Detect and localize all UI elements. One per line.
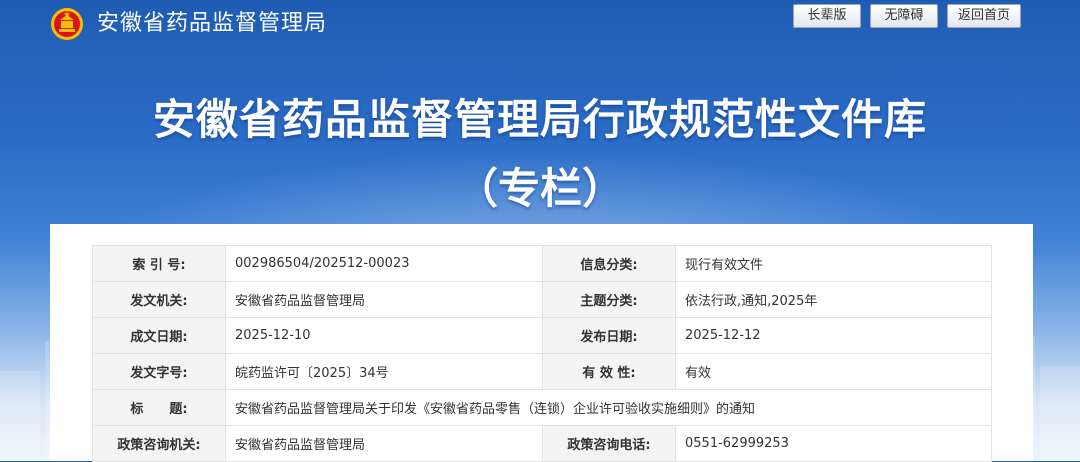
meta-label: 标 题:: [92, 389, 226, 426]
meta-label: 政策咨询电话:: [542, 425, 676, 462]
meta-value-written-date: 2025-12-10: [225, 317, 543, 354]
meta-value-issuing-agency: 安徽省药品监督管理局: [225, 281, 543, 318]
back-home-button[interactable]: 返回首页: [946, 4, 1021, 28]
meta-value-consult-agency: 安徽省药品监督管理局: [225, 425, 543, 462]
national-emblem-icon: [50, 7, 84, 41]
table-row: 标 题: 安徽省药品监督管理局关于印发《安徽省药品零售（连锁）企业许可验收实施细…: [92, 389, 992, 426]
site-name[interactable]: 安徽省药品监督管理局: [97, 10, 327, 38]
document-meta-table: 索 引 号: 002986504/202512-00023 信息分类: 现行有效…: [92, 245, 992, 462]
page-subtitle: （专栏）: [455, 164, 624, 213]
meta-label: 索 引 号:: [92, 245, 226, 282]
meta-value-validity: 有效: [675, 353, 992, 390]
meta-label: 有 效 性:: [542, 353, 676, 390]
document-info-panel: 索 引 号: 002986504/202512-00023 信息分类: 现行有效…: [50, 224, 1033, 462]
meta-label: 发文机关:: [92, 281, 226, 318]
page-title: 安徽省药品监督管理局行政规范性文件库: [152, 95, 927, 144]
table-row: 索 引 号: 002986504/202512-00023 信息分类: 现行有效…: [92, 245, 992, 282]
meta-label: 发布日期:: [542, 317, 676, 354]
meta-label: 政策咨询机关:: [92, 425, 226, 462]
meta-value-document-number: 皖药监许可〔2025〕34号: [225, 353, 543, 390]
meta-label: 信息分类:: [542, 245, 676, 282]
meta-label: 发文字号:: [92, 353, 226, 390]
table-row: 政策咨询机关: 安徽省药品监督管理局 政策咨询电话: 0551-62999253: [92, 425, 992, 462]
elderly-mode-button[interactable]: 长辈版: [792, 4, 861, 28]
table-row: 成文日期: 2025-12-10 发布日期: 2025-12-12: [92, 317, 992, 354]
meta-value-publish-date: 2025-12-12: [675, 317, 992, 354]
top-bar: 安徽省药品监督管理局 长辈版 无障碍 返回首页: [0, 0, 1080, 50]
meta-value-title: 安徽省药品监督管理局关于印发《安徽省药品零售（连锁）企业许可验收实施细则》的通知: [225, 389, 992, 426]
table-row: 发文机关: 安徽省药品监督管理局 主题分类: 依法行政,通知,2025年: [92, 281, 992, 318]
table-row: 发文字号: 皖药监许可〔2025〕34号 有 效 性: 有效: [92, 353, 992, 390]
meta-value-subject-category: 依法行政,通知,2025年: [675, 281, 992, 318]
meta-value-index-number: 002986504/202512-00023: [225, 245, 543, 282]
meta-label: 成文日期:: [92, 317, 226, 354]
meta-label: 主题分类:: [542, 281, 676, 318]
accessibility-button[interactable]: 无障碍: [869, 4, 938, 28]
meta-value-consult-phone: 0551-62999253: [675, 425, 992, 462]
meta-value-info-category: 现行有效文件: [675, 245, 992, 282]
top-buttons: 长辈版 无障碍 返回首页: [792, 4, 1021, 28]
